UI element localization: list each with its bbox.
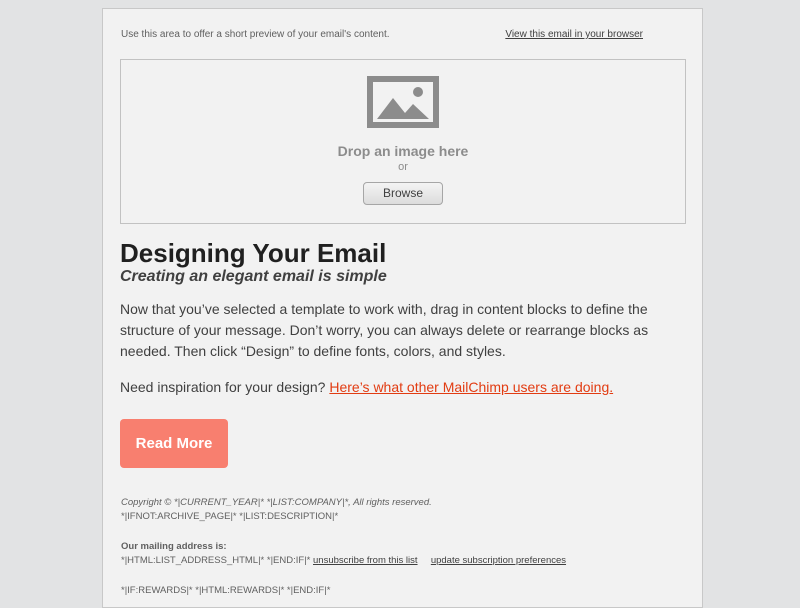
image-placeholder-icon: [367, 76, 439, 133]
read-more-button[interactable]: Read More: [120, 419, 228, 468]
footer-description: *|IFNOT:ARCHIVE_PAGE|* *|LIST:DESCRIPTIO…: [121, 511, 339, 522]
image-drop-zone[interactable]: Drop an image here or Browse: [120, 59, 686, 224]
email-footer: Copyright © *|CURRENT_YEAR|* *|LIST:COMP…: [121, 496, 681, 598]
footer-address-label: Our mailing address is:: [121, 541, 227, 552]
update-preferences-link[interactable]: update subscription preferences: [431, 555, 566, 566]
unsubscribe-link[interactable]: unsubscribe from this list: [313, 555, 418, 566]
body-paragraph: Now that you’ve selected a template to w…: [120, 301, 649, 359]
content-block: Designing Your Email Creating an elegant…: [120, 238, 680, 398]
email-template: Use this area to offer a short preview o…: [102, 8, 703, 608]
drop-image-title: Drop an image here: [337, 143, 469, 159]
browse-button[interactable]: Browse: [363, 182, 443, 205]
inspiration-link[interactable]: Here’s what other MailChimp users are do…: [329, 379, 613, 395]
inspiration-text: Need inspiration for your design?: [120, 379, 326, 395]
drop-or-text: or: [398, 161, 408, 173]
inspiration-paragraph: Need inspiration for your design? Here’s…: [120, 377, 680, 398]
footer-copyright: Copyright © *|CURRENT_YEAR|* *|LIST:COMP…: [121, 497, 432, 508]
footer-address-row: *|HTML:LIST_ADDRESS_HTML|* *|END:IF|* un…: [121, 554, 681, 568]
footer-address-tags: *|HTML:LIST_ADDRESS_HTML|* *|END:IF|*: [121, 555, 311, 566]
email-subtitle: Creating an elegant email is simple: [120, 268, 387, 285]
email-title: Designing Your Email: [120, 238, 387, 268]
footer-rewards: *|IF:REWARDS|* *|HTML:REWARDS|* *|END:IF…: [121, 585, 331, 596]
preheader: Use this area to offer a short preview o…: [121, 29, 685, 40]
preheader-text: Use this area to offer a short preview o…: [121, 29, 390, 40]
view-in-browser-link[interactable]: View this email in your browser: [505, 29, 643, 40]
